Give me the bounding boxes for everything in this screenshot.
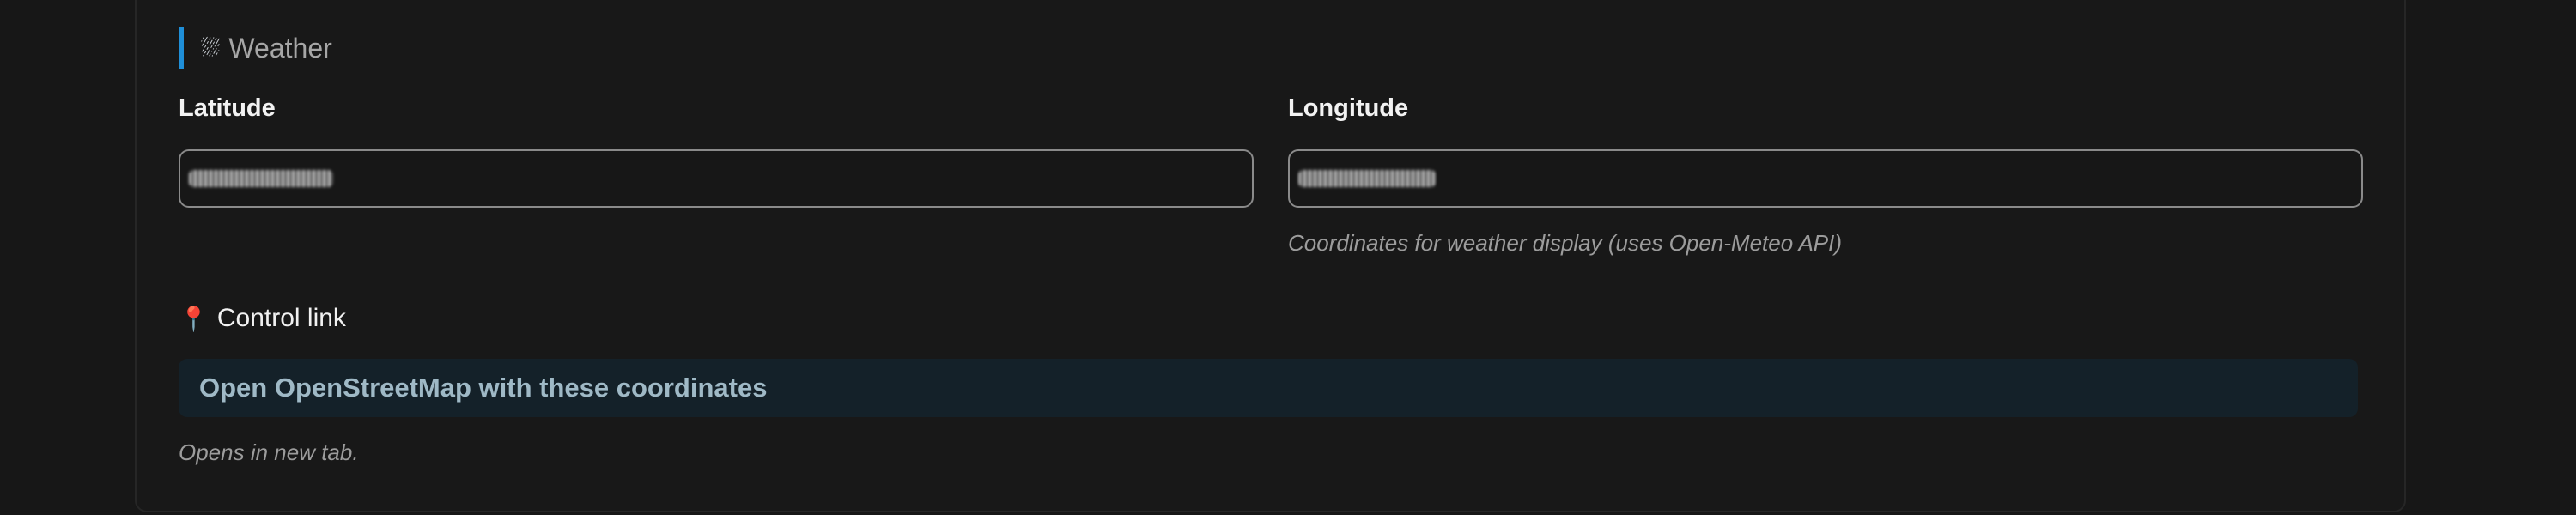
longitude-label: Longitude bbox=[1288, 94, 1409, 122]
map-pin-icon: 📍 bbox=[179, 305, 209, 332]
opens-new-tab-note: Opens in new tab. bbox=[179, 439, 359, 465]
latitude-blurred-value bbox=[189, 170, 333, 187]
control-link-heading: 📍 Control link bbox=[179, 304, 346, 333]
section-title-text: Weather bbox=[228, 32, 332, 64]
longitude-blurred-value bbox=[1298, 170, 1436, 187]
section-title-weather: ⛆ Weather bbox=[179, 27, 332, 69]
open-openstreetmap-link[interactable]: Open OpenStreetMap with these coordinate… bbox=[179, 359, 2358, 417]
latitude-label: Latitude bbox=[179, 94, 276, 122]
coordinates-hint: Coordinates for weather display (uses Op… bbox=[1288, 230, 1843, 256]
settings-page: ⛆ Weather Latitude Longitude Coordinates… bbox=[0, 0, 2576, 515]
control-link-heading-text: Control link bbox=[216, 304, 346, 332]
weather-cloud-rain-icon: ⛆ bbox=[201, 33, 221, 61]
latitude-input[interactable] bbox=[179, 149, 1254, 208]
weather-settings-card bbox=[135, 0, 2406, 512]
longitude-input[interactable] bbox=[1288, 149, 2363, 208]
